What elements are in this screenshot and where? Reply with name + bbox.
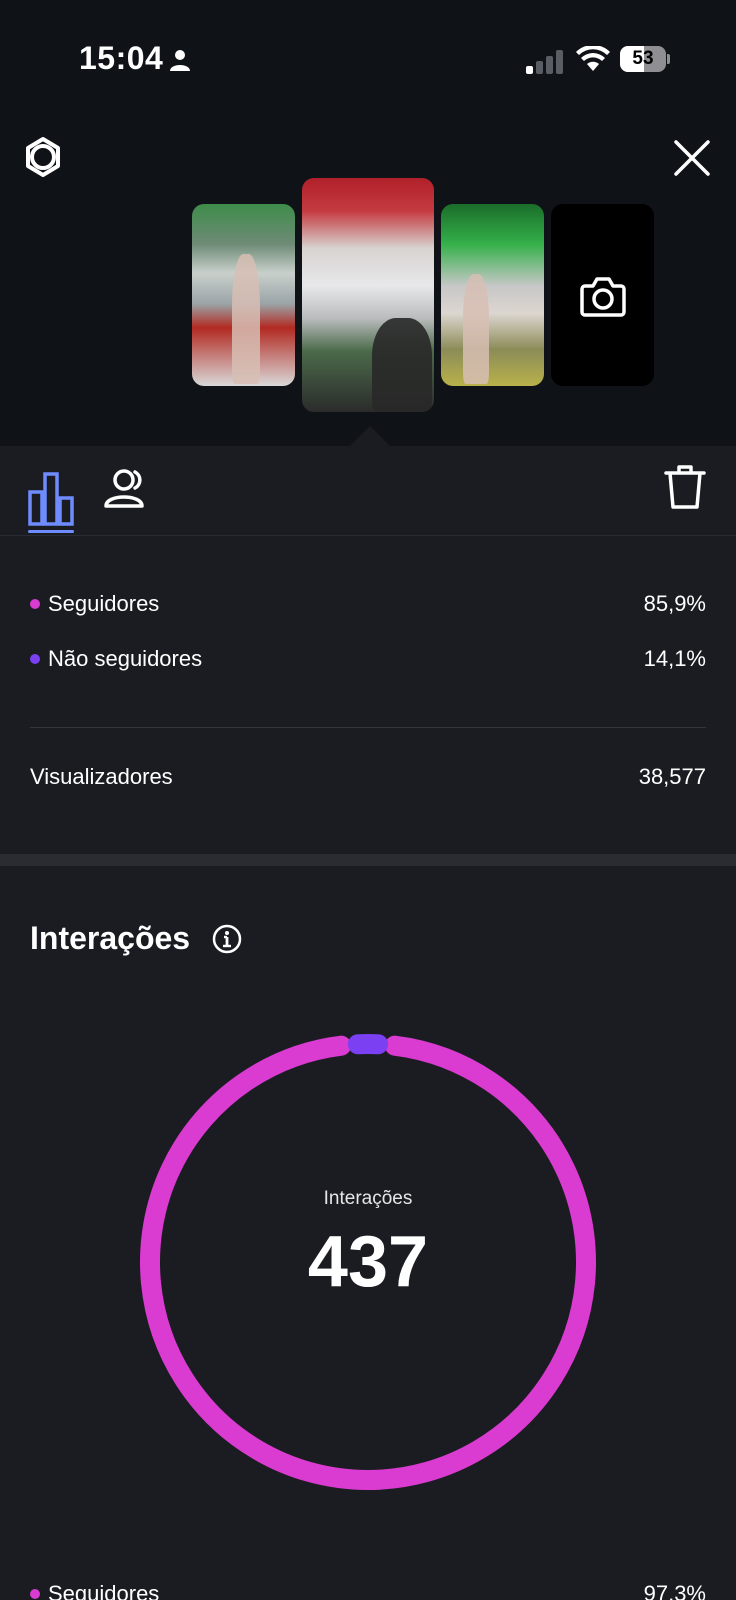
story-person <box>463 274 489 384</box>
followers-row: Seguidores 85,9% <box>30 588 706 620</box>
viewers-row: Visualizadores 38,577 <box>30 761 706 793</box>
followers-value: 85,9% <box>643 591 706 616</box>
add-story-button[interactable] <box>551 204 654 386</box>
followers-label: Seguidores <box>48 591 160 616</box>
interactions-followers-value: 97,3% <box>643 1581 706 1600</box>
viewers-label: Visualizadores <box>30 764 173 789</box>
info-icon[interactable] <box>212 924 242 954</box>
story-thumbnail-1[interactable] <box>192 204 295 386</box>
followers-dot <box>30 599 40 609</box>
divider <box>30 727 706 728</box>
signal-icon <box>526 50 563 74</box>
battery-indicator: 53 <box>620 46 670 72</box>
trash-icon[interactable] <box>664 464 706 510</box>
non-followers-value: 14,1% <box>643 646 706 671</box>
story-person <box>232 254 260 384</box>
gear-icon[interactable] <box>22 136 64 178</box>
person-icon <box>170 50 190 71</box>
story-person <box>372 318 432 412</box>
battery-level: 53 <box>632 48 654 69</box>
non-followers-row: Não seguidores 14,1% <box>30 643 706 675</box>
active-tab-indicator <box>28 530 74 533</box>
interactions-followers-label: Seguidores <box>48 1581 160 1600</box>
bar-chart-icon[interactable] <box>28 470 74 530</box>
viewers-value: 38,577 <box>638 764 706 789</box>
section-separator <box>0 854 736 866</box>
close-icon[interactable] <box>670 136 714 180</box>
donut-center-label: Interações <box>323 1188 413 1209</box>
camera-icon <box>580 277 626 317</box>
story-thumbnail-2-selected[interactable] <box>302 178 434 412</box>
donut-center-value: 437 <box>307 1222 429 1302</box>
battery-cap <box>667 54 670 64</box>
wifi-icon <box>576 46 610 71</box>
interactions-followers-row: Seguidores 97,3% <box>30 1578 706 1600</box>
people-icon[interactable] <box>102 466 148 512</box>
non-followers-label: Não seguidores <box>48 646 203 671</box>
selected-story-pointer <box>350 426 390 446</box>
interactions-title: Interações <box>30 920 191 956</box>
non-followers-dot <box>30 654 40 664</box>
insights-tab-bar <box>0 446 736 536</box>
story-thumbnail-3[interactable] <box>441 204 544 386</box>
status-time: 15:04 <box>79 40 164 76</box>
interactions-followers-dot <box>30 1589 40 1599</box>
